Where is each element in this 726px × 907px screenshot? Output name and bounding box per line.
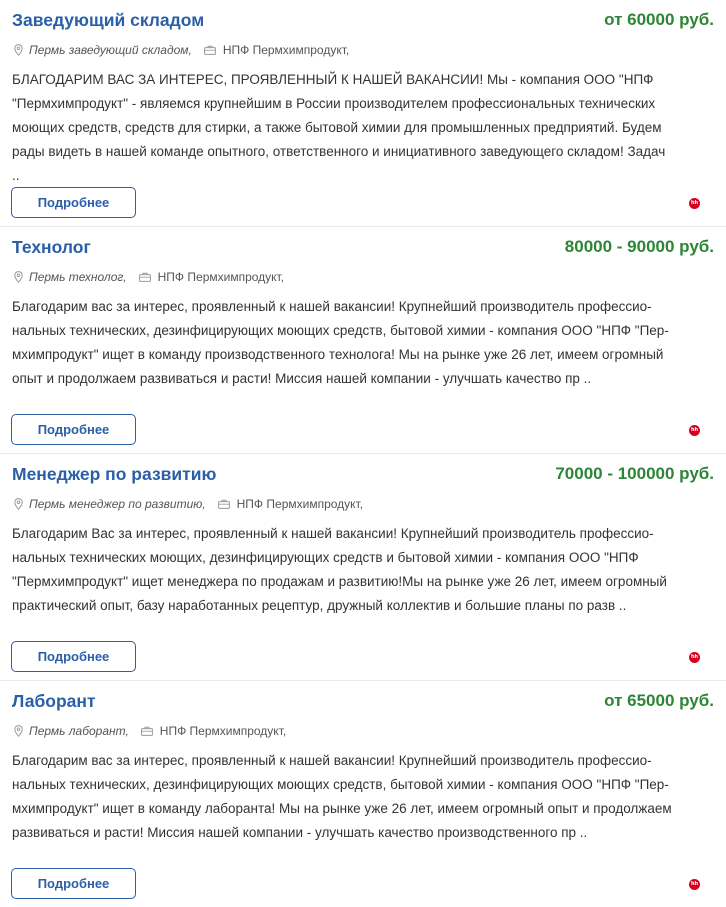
vacancy-meta: Пермь заведующий складом, НПФ Пермхимпро… (14, 40, 349, 60)
location-pin-icon (14, 271, 23, 283)
vacancy-meta: Пермь лаборант, НПФ Пермхимпродукт, (14, 721, 286, 741)
details-button[interactable]: Подробнее (11, 641, 136, 672)
vacancy-title-link[interactable]: Заведующий складом (12, 10, 204, 31)
description-line: моющих средств, средств для стирки, а та… (12, 120, 662, 135)
vacancy-location: Пермь менеджер по развитию, (29, 497, 206, 511)
description-line: мхимпродукт" ищет в команду лаборанта! М… (12, 801, 672, 816)
description-line: БЛАГОДАРИМ ВАС ЗА ИНТЕРЕС, ПРОЯВЛЕННЫЙ К… (12, 72, 654, 87)
description-line: "Пермхимпродукт" - являемся крупнейшим в… (12, 96, 656, 111)
vacancy-list: Заведующий складом от 60000 руб. Пермь з… (0, 0, 726, 907)
hh-logo-icon: hh (689, 198, 700, 209)
vacancy-salary: от 60000 руб. (604, 10, 714, 29)
vacancy-description: Благодарим Вас за интерес, проявленный к… (12, 522, 710, 618)
description-line: опыт и продолжаем развиваться и расти! М… (12, 371, 592, 386)
vacancy-header: Менеджер по развитию 70000 - 100000 руб. (12, 460, 714, 488)
hh-logo-icon: hh (689, 425, 700, 436)
hh-logo-icon: hh (689, 652, 700, 663)
vacancy-location: Пермь заведующий складом, (29, 43, 192, 57)
vacancy-company: НПФ Пермхимпродукт, (159, 724, 287, 738)
description-line: Благодарим Вас за интерес, проявленный к… (12, 526, 654, 541)
location-pin-icon (14, 498, 23, 510)
vacancy-card: Заведующий складом от 60000 руб. Пермь з… (0, 0, 726, 227)
description-line: мхимпродукт" ищет в команду производстве… (12, 347, 664, 362)
description-line: Благодарим вас за интерес, проявленный к… (12, 299, 652, 314)
vacancy-description: Благодарим вас за интерес, проявленный к… (12, 295, 710, 391)
details-button[interactable]: Подробнее (11, 414, 136, 445)
description-line: рады видеть в нашей команде опытного, от… (12, 144, 666, 159)
location-pin-icon (14, 725, 23, 737)
briefcase-icon (217, 499, 230, 509)
vacancy-title-link[interactable]: Технолог (12, 237, 91, 258)
vacancy-title-link[interactable]: Лаборант (12, 691, 96, 712)
description-line: Благодарим вас за интерес, проявленный к… (12, 753, 652, 768)
briefcase-icon (203, 45, 216, 55)
vacancy-salary: 70000 - 100000 руб. (555, 464, 714, 483)
vacancy-salary: от 65000 руб. (604, 691, 714, 710)
vacancy-company: НПФ Пермхимпродукт, (236, 497, 364, 511)
location-pin-icon (14, 44, 23, 56)
vacancy-company: НПФ Пермхимпродукт, (157, 270, 285, 284)
vacancy-meta: Пермь менеджер по развитию, НПФ Пермхимп… (14, 494, 363, 514)
vacancy-description: БЛАГОДАРИМ ВАС ЗА ИНТЕРЕС, ПРОЯВЛЕННЫЙ К… (12, 68, 710, 188)
vacancy-company: НПФ Пермхимпродукт, (222, 43, 350, 57)
description-line: .. (12, 168, 20, 183)
vacancy-title-link[interactable]: Менеджер по развитию (12, 464, 216, 485)
description-line: нальных технических, дезинфицирующих мою… (12, 777, 669, 792)
vacancy-meta: Пермь технолог, НПФ Пермхимпродукт, (14, 267, 284, 287)
vacancy-card: Менеджер по развитию 70000 - 100000 руб.… (0, 454, 726, 681)
vacancy-card: Технолог 80000 - 90000 руб. Пермь технол… (0, 227, 726, 454)
vacancy-header: Технолог 80000 - 90000 руб. (12, 233, 714, 261)
details-button[interactable]: Подробнее (11, 868, 136, 899)
hh-logo-icon: hh (689, 879, 700, 890)
description-line: нальных технических моющих, дезинфицирую… (12, 550, 639, 565)
details-button[interactable]: Подробнее (11, 187, 136, 218)
vacancy-description: Благодарим вас за интерес, проявленный к… (12, 749, 710, 845)
vacancy-salary: 80000 - 90000 руб. (564, 237, 714, 256)
vacancy-card: Лаборант от 65000 руб. Пермь лаборант, Н… (0, 681, 726, 907)
vacancy-header: Лаборант от 65000 руб. (12, 687, 714, 715)
description-line: развиваться и расти! Миссия нашей компан… (12, 825, 588, 840)
description-line: "Пермхимпродукт" ищет менеджера по прода… (12, 574, 667, 589)
vacancy-location: Пермь технолог, (29, 270, 127, 284)
description-line: практический опыт, базу наработанных рец… (12, 598, 627, 613)
briefcase-icon (138, 272, 151, 282)
vacancy-header: Заведующий складом от 60000 руб. (12, 6, 714, 34)
vacancy-location: Пермь лаборант, (29, 724, 129, 738)
description-line: нальных технических, дезинфицирующих мою… (12, 323, 669, 338)
briefcase-icon (140, 726, 153, 736)
